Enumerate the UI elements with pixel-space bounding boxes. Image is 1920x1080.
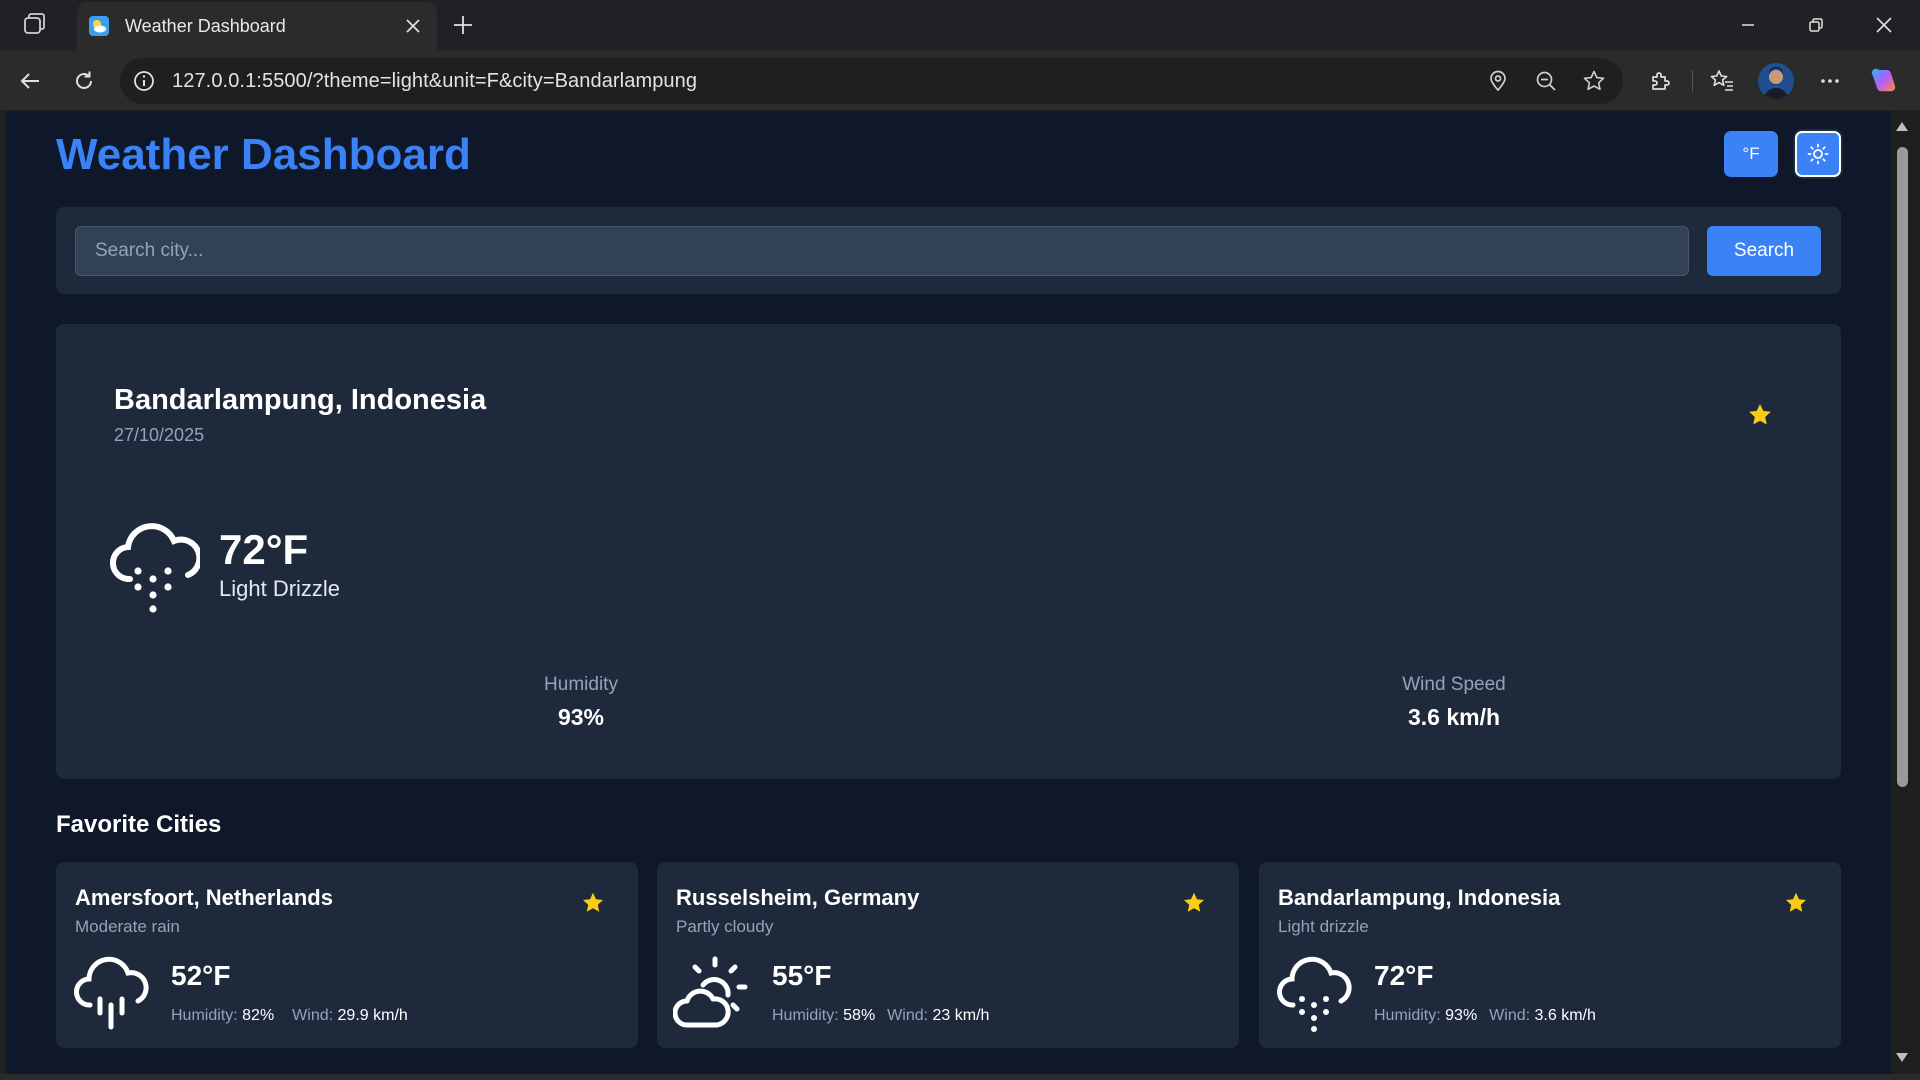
favorite-city-name: Bandarlampung, Indonesia [1278, 885, 1561, 910]
favorites-list-icon [1710, 70, 1733, 91]
rain-icon [72, 955, 150, 1033]
scrollbar-thumb[interactable] [1897, 147, 1908, 787]
favorite-wind: 29.9 km/h [337, 1007, 408, 1024]
favorite-city-card[interactable]: Russelsheim, Germany Partly cloudy 55°F … [657, 862, 1239, 1048]
reload-icon [76, 71, 92, 89]
copilot-button[interactable] [1866, 63, 1902, 99]
restore-icon [1809, 18, 1823, 32]
favorite-city-name: Amersfoort, Netherlands [75, 885, 333, 910]
close-window-button[interactable] [1854, 0, 1914, 50]
more-icon [1821, 79, 1839, 83]
site-info-icon[interactable] [132, 69, 156, 93]
favorite-meta: Humidity: 93% Wind: 3.6 km/h [1374, 1007, 1596, 1025]
wind-prefix: Wind: [292, 1007, 334, 1024]
browser-tab-bar: Weather Dashboard [0, 0, 1920, 51]
browser-tab-active[interactable]: Weather Dashboard [77, 2, 437, 51]
favorite-city-card[interactable]: Amersfoort, Netherlands Moderate rain 52… [56, 862, 638, 1048]
weather-favicon-icon [89, 16, 109, 36]
wind-speed-label: Wind Speed [1402, 674, 1506, 695]
copilot-icon [1871, 68, 1896, 92]
current-condition: Light Drizzle [219, 576, 341, 601]
partly-cloudy-icon [673, 955, 751, 1033]
address-bar[interactable]: 127.0.0.1:5500/?theme=light&unit=F&city=… [120, 58, 1623, 104]
humidity-prefix: Humidity: [772, 1007, 839, 1024]
restore-button[interactable] [1786, 0, 1846, 50]
search-city-input[interactable] [75, 226, 1689, 276]
puzzle-icon [1652, 72, 1670, 90]
current-date: 27/10/2025 [114, 425, 205, 445]
wind-speed-stat: Wind Speed 3.6 km/h [1304, 674, 1604, 731]
reload-button[interactable] [66, 63, 102, 99]
favorite-star-icon[interactable] [581, 891, 605, 915]
page-viewport: Weather Dashboard °F Search Bandarlampun… [6, 111, 1891, 1074]
close-icon [406, 19, 420, 33]
favorite-wind: 3.6 km/h [1534, 1007, 1596, 1024]
unit-toggle-button[interactable]: °F [1724, 131, 1778, 177]
favorite-star-icon[interactable] [1182, 891, 1206, 915]
minimize-button[interactable] [1718, 0, 1778, 50]
zoom-out-icon[interactable] [1532, 67, 1560, 95]
wind-prefix: Wind: [887, 1007, 929, 1024]
current-weather-card: Bandarlampung, Indonesia 27/10/2025 72°F… [56, 324, 1841, 779]
tab-title: Weather Dashboard [125, 16, 286, 36]
extensions-button[interactable] [1642, 63, 1678, 99]
favorite-humidity: 93% [1445, 1007, 1478, 1024]
url-text[interactable]: 127.0.0.1:5500/?theme=light&unit=F&city=… [172, 70, 697, 93]
drizzle-icon [1275, 955, 1353, 1033]
humidity-stat: Humidity 93% [431, 674, 731, 731]
wind-prefix: Wind: [1489, 1007, 1531, 1024]
favorite-condition: Moderate rain [75, 917, 180, 936]
favorite-temperature: 52°F [171, 960, 231, 991]
search-panel: Search [56, 207, 1841, 294]
favorites-heading: Favorite Cities [56, 811, 222, 838]
current-city-name: Bandarlampung, Indonesia [114, 384, 487, 416]
favorite-condition: Light drizzle [1278, 917, 1369, 936]
favorite-meta: Humidity: 82% Wind: 29.9 km/h [171, 1007, 408, 1025]
more-options-button[interactable] [1812, 63, 1848, 99]
drizzle-icon [106, 519, 200, 613]
scroll-up-arrow[interactable] [1896, 122, 1908, 131]
favorite-toggle-star-icon[interactable] [1747, 402, 1773, 428]
favorite-meta: Humidity: 58% Wind: 23 km/h [772, 1007, 989, 1025]
new-tab-button[interactable] [448, 10, 478, 40]
workspaces-button[interactable] [16, 10, 54, 40]
favorite-star-icon[interactable] [1784, 891, 1808, 915]
humidity-label: Humidity [544, 674, 618, 695]
window-frame-bottom [0, 1074, 1920, 1080]
humidity-prefix: Humidity: [1374, 1007, 1441, 1024]
favorite-wind: 23 km/h [932, 1007, 990, 1024]
close-icon [1876, 17, 1892, 33]
sun-icon [1807, 143, 1829, 165]
favorite-humidity: 82% [242, 1007, 275, 1024]
tab-close-button[interactable] [401, 14, 425, 38]
toolbar-divider [1692, 70, 1693, 92]
workspaces-icon [24, 13, 45, 34]
favorite-temperature: 55°F [772, 960, 832, 991]
theme-toggle-button[interactable] [1795, 131, 1841, 177]
wind-speed-value: 3.6 km/h [1407, 704, 1501, 730]
current-temperature: 72°F [219, 526, 309, 573]
scroll-down-arrow[interactable] [1896, 1053, 1908, 1062]
profile-avatar[interactable] [1758, 63, 1794, 99]
humidity-value: 93% [557, 704, 605, 730]
favorite-humidity: 58% [843, 1007, 876, 1024]
favorite-city-card[interactable]: Bandarlampung, Indonesia Light drizzle 7… [1259, 862, 1841, 1048]
page-scrollbar[interactable] [1891, 111, 1913, 1074]
back-button[interactable] [12, 63, 48, 99]
humidity-prefix: Humidity: [171, 1007, 238, 1024]
search-button[interactable]: Search [1707, 226, 1821, 276]
favorites-button[interactable] [1704, 63, 1740, 99]
back-arrow-icon [20, 73, 39, 89]
browser-toolbar: 127.0.0.1:5500/?theme=light&unit=F&city=… [0, 51, 1920, 110]
plus-icon [454, 16, 472, 34]
favorite-star-icon[interactable] [1580, 67, 1608, 95]
app-title: Weather Dashboard [56, 130, 471, 179]
favorite-city-name: Russelsheim, Germany [676, 885, 920, 910]
favorite-condition: Partly cloudy [676, 917, 774, 936]
location-icon[interactable] [1484, 67, 1512, 95]
favorite-temperature: 72°F [1374, 960, 1434, 991]
minimize-icon [1742, 24, 1754, 26]
